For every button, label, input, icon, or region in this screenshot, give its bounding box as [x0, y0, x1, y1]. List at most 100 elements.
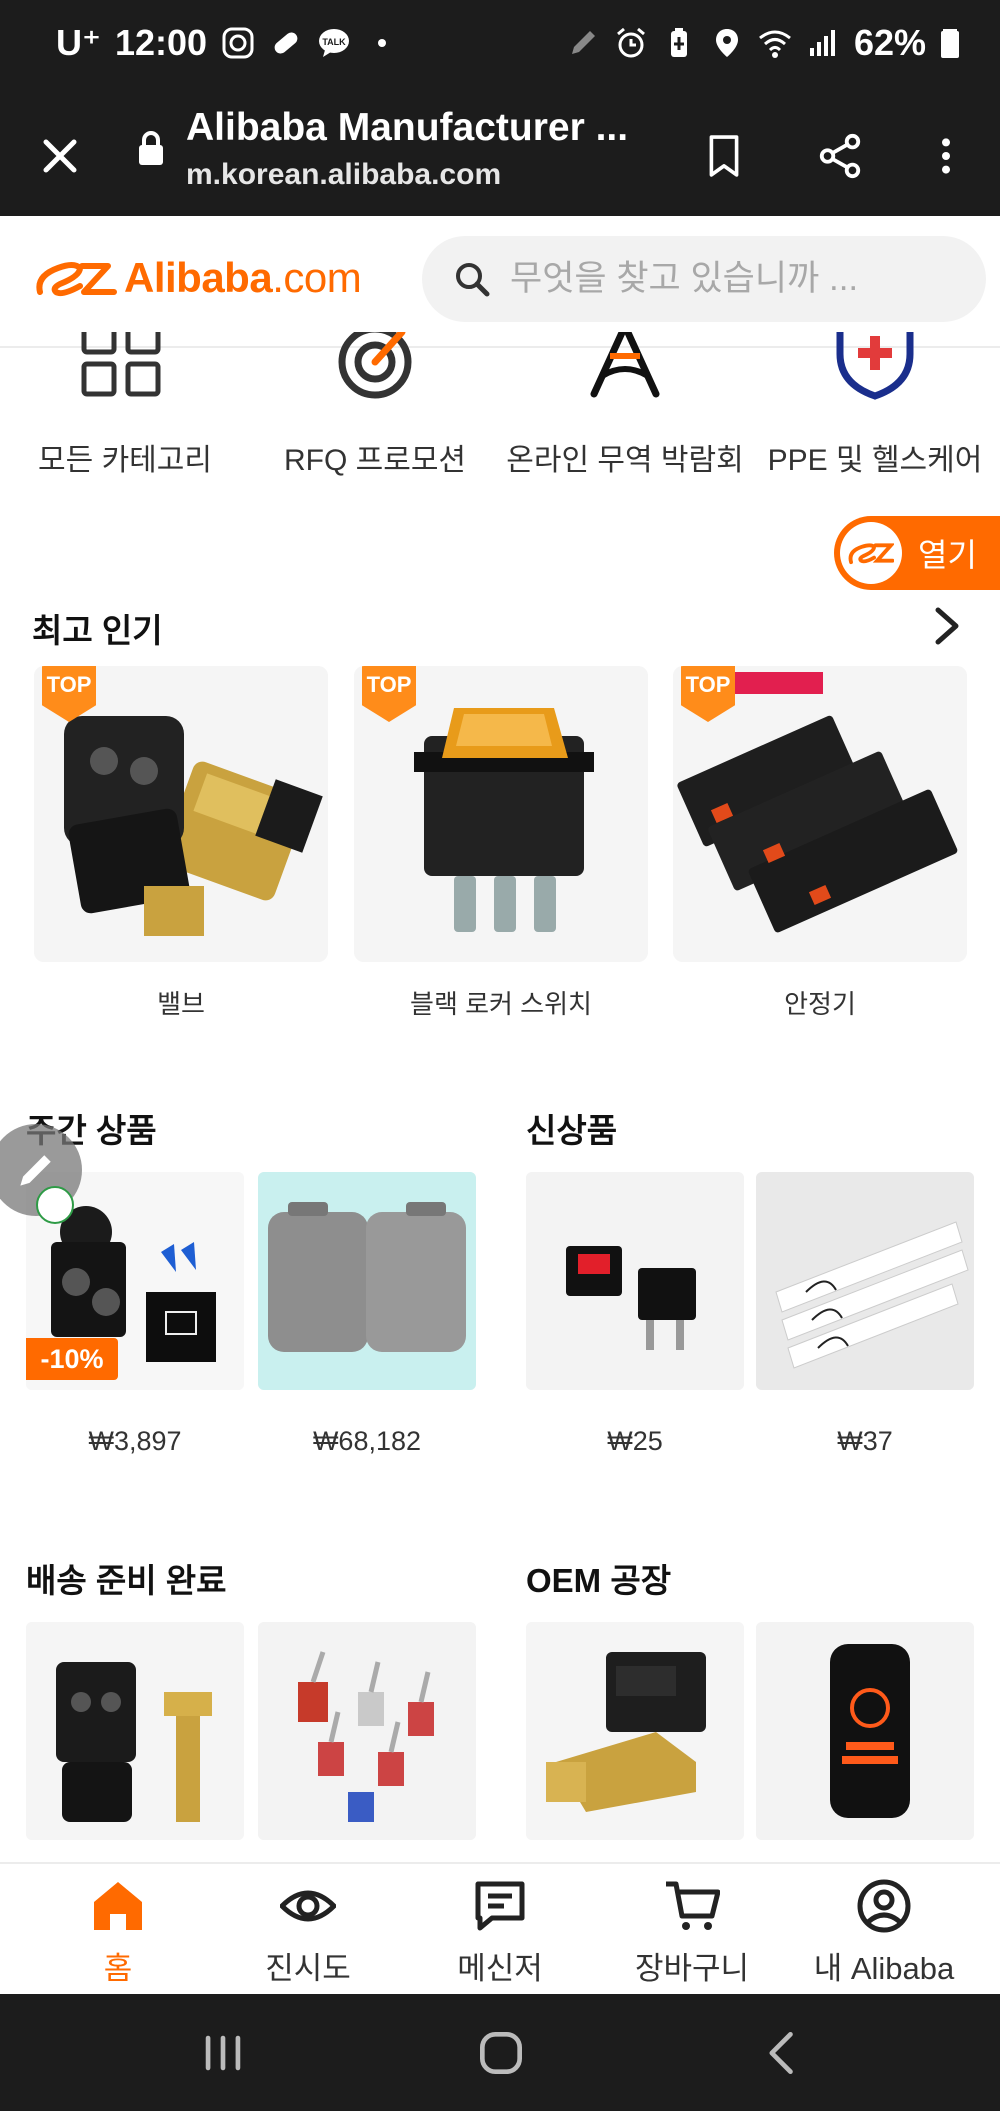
chevron-right-icon[interactable] — [928, 606, 964, 646]
top-product-name[interactable]: 안정기 — [673, 984, 967, 1021]
category-trade-show[interactable]: 온라인 무역 박람회 — [500, 322, 750, 481]
home-square-icon — [480, 2032, 522, 2074]
battery-icon — [940, 26, 960, 60]
status-bar: U⁺ 12:00 TALK 62% — [0, 0, 1000, 96]
top-product-name[interactable]: 블랙 로커 스위치 — [354, 984, 648, 1021]
bottom-nav: 홈 진시도 메신저 장바구니 내 Alibaba — [0, 1862, 1000, 1994]
page-url[interactable]: m.korean.alibaba.com — [186, 158, 501, 192]
red-switch-image — [526, 1172, 744, 1390]
category-ppe[interactable]: PPE 및 헬스케어 — [750, 326, 1000, 481]
carrier-label: U⁺ — [56, 22, 101, 63]
clock: 12:00 — [115, 22, 208, 63]
ready-to-ship-section-title[interactable]: 배송 준비 완료 — [26, 1554, 227, 1602]
category-all[interactable]: 모든 카테고리 — [0, 319, 250, 481]
browser-bar: Alibaba Manufacturer ... m.korean.alibab… — [0, 96, 1000, 216]
svg-text:TALK: TALK — [322, 37, 346, 47]
app-root: U⁺ 12:00 TALK 62% Alibaba Manufacturer .… — [0, 0, 1000, 2111]
top-product-card[interactable]: TOP — [34, 666, 328, 962]
alibaba-logo-icon — [36, 262, 117, 297]
share-button[interactable] — [810, 126, 870, 186]
nav-messenger[interactable]: 메신저 — [400, 1878, 600, 1988]
more-vertical-icon — [942, 138, 950, 174]
oem-section-title[interactable]: OEM 공장 — [526, 1554, 671, 1602]
battery-percent: 62% — [853, 22, 926, 63]
status-left: U⁺ 12:00 TALK — [56, 22, 399, 64]
top-section-title: 최고 인기 — [32, 612, 163, 649]
eye-icon — [278, 1890, 338, 1922]
toggle-switches-image — [258, 1622, 476, 1840]
nav-my-alibaba[interactable]: 내 Alibaba — [784, 1878, 984, 1988]
ribbon-image — [756, 1172, 974, 1390]
category-label: PPE 및 헬스케어 — [767, 444, 983, 477]
tower-icon — [590, 322, 660, 398]
top-product-card[interactable]: TOP — [354, 666, 648, 962]
grid-icon — [81, 319, 161, 397]
home-icon — [94, 1882, 142, 1930]
user-circle-icon — [857, 1879, 911, 1933]
solenoid-valve-image — [526, 1622, 744, 1840]
status-right: 62% — [566, 22, 960, 64]
search-input[interactable] — [510, 259, 950, 299]
category-rfq[interactable]: RFQ 프로모션 — [250, 325, 500, 481]
pen-icon — [566, 26, 600, 60]
alibaba-app-icon — [840, 522, 902, 584]
alibaba-logo[interactable]: Alibaba.com — [34, 254, 362, 302]
target-icon — [338, 325, 412, 399]
product-tile[interactable] — [258, 1172, 476, 1390]
product-price: ₩68,182 — [312, 1426, 422, 1456]
search-bar[interactable] — [422, 236, 986, 322]
product-price: ₩25 — [607, 1426, 663, 1456]
notification-dot-icon — [365, 26, 399, 60]
nav-discover[interactable]: 진시도 — [208, 1878, 408, 1988]
more-options-button[interactable] — [916, 126, 976, 186]
timer-valve-image — [26, 1622, 244, 1840]
product-tile[interactable] — [26, 1622, 244, 1840]
discount-badge: -10% — [26, 1338, 118, 1380]
back-button[interactable] — [748, 2018, 818, 2088]
lock-icon — [139, 131, 163, 165]
back-icon — [769, 2032, 793, 2074]
open-app-label: 열기 — [918, 537, 977, 573]
recent-apps-button[interactable] — [188, 2018, 258, 2088]
home-system-button[interactable] — [466, 2018, 536, 2088]
location-icon — [710, 26, 744, 60]
site-header: Alibaba.com — [0, 216, 1000, 348]
camera-app-icon — [221, 26, 255, 60]
logo-tld-text: .com — [272, 254, 362, 301]
page-title: Alibaba Manufacturer ... — [186, 106, 629, 149]
top-product-name[interactable]: 밸브 — [34, 984, 328, 1021]
bookmark-button[interactable] — [694, 126, 754, 186]
alarm-icon — [614, 26, 648, 60]
open-app-button[interactable]: 열기 — [834, 516, 1000, 590]
bookmark-icon — [709, 135, 739, 177]
nav-label: 진시도 — [265, 1951, 351, 1986]
product-tile[interactable] — [756, 1172, 974, 1390]
category-label: 모든 카테고리 — [38, 444, 212, 477]
air-compressor-switch-image — [756, 1622, 974, 1840]
close-tab-button[interactable] — [30, 126, 90, 186]
product-tile[interactable] — [756, 1622, 974, 1840]
signal-icon — [806, 26, 840, 60]
battery-saver-icon — [662, 26, 696, 60]
nav-label: 내 Alibaba — [813, 1951, 955, 1986]
share-icon — [819, 133, 861, 179]
talk-icon: TALK — [317, 26, 351, 60]
pill-icon — [269, 26, 303, 60]
nav-label: 장바구니 — [634, 1951, 750, 1986]
nav-home[interactable]: 홈 — [18, 1878, 218, 1988]
shield-cross-icon — [836, 326, 914, 400]
recent-apps-icon — [205, 2035, 241, 2071]
product-price: ₩37 — [837, 1426, 893, 1456]
category-label: RFQ 프로모션 — [283, 444, 467, 477]
product-tile[interactable] — [526, 1172, 744, 1390]
top-product-card[interactable]: TOP — [673, 666, 967, 962]
product-tile[interactable] — [258, 1622, 476, 1840]
nav-label: 메신저 — [457, 1951, 543, 1986]
new-arrivals-section-title[interactable]: 신상품 — [526, 1104, 617, 1152]
nav-cart[interactable]: 장바구니 — [592, 1878, 792, 1988]
share-badge-icon — [36, 1186, 74, 1224]
product-price: ₩3,897 — [88, 1426, 182, 1456]
logo-wordmark: Alibaba.com — [124, 254, 362, 302]
product-tile[interactable] — [526, 1622, 744, 1840]
message-icon — [475, 1881, 525, 1931]
